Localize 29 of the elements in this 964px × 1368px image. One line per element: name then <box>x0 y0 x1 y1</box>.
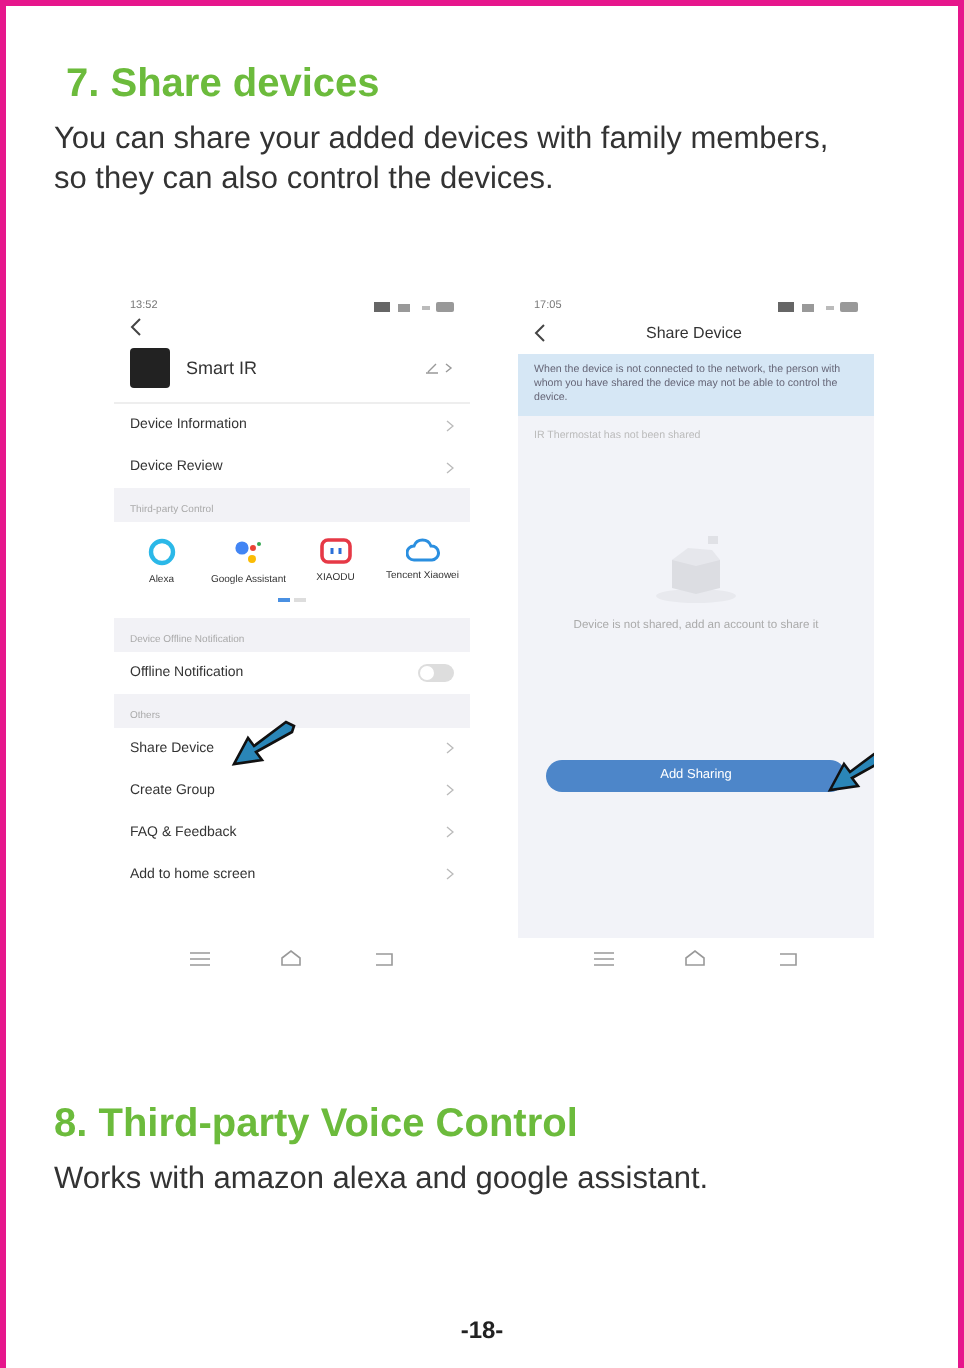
device-thumbnail <box>130 348 170 388</box>
chevron-icon <box>446 784 454 796</box>
section-text: You can share your added devices with family members, so they can also control the devices. <box>54 120 831 200</box>
home-icon[interactable] <box>280 950 303 966</box>
menu-icon[interactable] <box>189 951 210 965</box>
chevron-icon <box>446 419 454 431</box>
status-icons <box>778 301 858 311</box>
chevron-icon <box>446 461 454 473</box>
dots-icon <box>234 538 263 566</box>
screen-title: Share Device <box>643 324 745 342</box>
menu-icon[interactable] <box>593 951 614 965</box>
ring-icon <box>147 538 176 566</box>
section-heading: 8. Third-party Voice Control <box>54 1102 580 1148</box>
section-heading: 7. Share devices <box>66 62 382 108</box>
chevron-icon <box>446 742 454 754</box>
arrow-icon <box>230 719 298 767</box>
back-icon[interactable] <box>534 324 546 342</box>
face-icon <box>319 538 352 564</box>
toggle-switch[interactable] <box>418 663 454 681</box>
chevron-icon <box>446 868 454 880</box>
section-text: Works with amazon alexa and google assistant. <box>54 1160 711 1200</box>
back-icon[interactable] <box>130 318 142 336</box>
edit-icon[interactable] <box>426 362 454 374</box>
page-number: -18- <box>458 1316 506 1348</box>
device-name: Smart IR <box>186 358 260 378</box>
chevron-icon <box>446 826 454 838</box>
cloud-icon <box>405 538 440 562</box>
status-icons <box>374 301 454 311</box>
home-icon[interactable] <box>684 950 707 966</box>
